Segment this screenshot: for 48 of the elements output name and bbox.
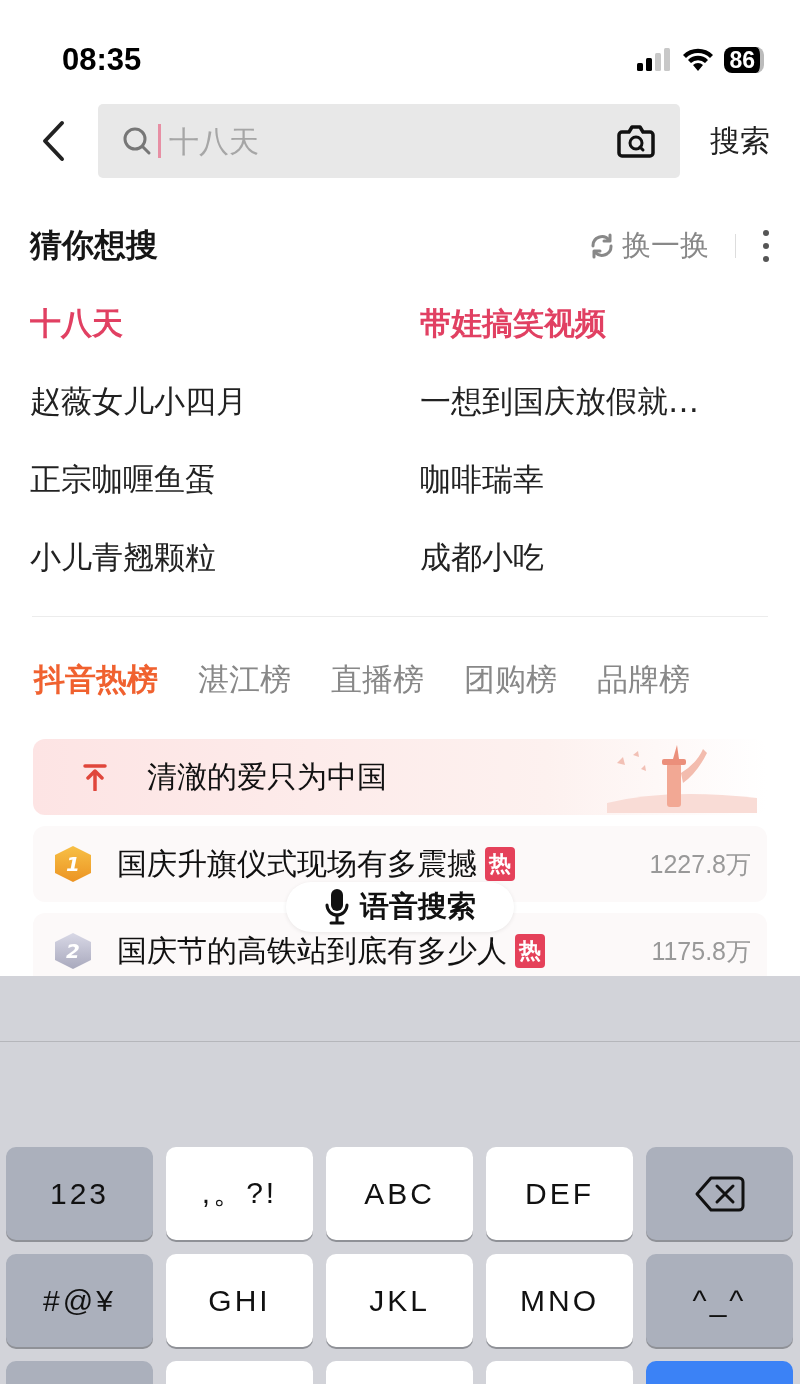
wifi-icon xyxy=(682,48,715,72)
delete-icon xyxy=(694,1175,745,1212)
hot-tag: 热 xyxy=(485,847,515,881)
suggestion-item[interactable]: 十八天 xyxy=(30,302,420,344)
tab[interactable]: 直播榜 xyxy=(331,659,424,701)
search-field[interactable]: 十八天 xyxy=(98,104,680,178)
suggestion-item[interactable]: 赵薇女儿小四月 xyxy=(30,380,420,422)
keyboard-key[interactable]: GHI xyxy=(166,1254,313,1347)
suggestion-item[interactable]: 成都小吃 xyxy=(420,536,770,578)
more-icon[interactable] xyxy=(762,229,770,263)
battery-indicator: 86 xyxy=(724,47,764,73)
tab[interactable]: 品牌榜 xyxy=(597,659,690,701)
keyboard-key[interactable]: JKL xyxy=(326,1254,473,1347)
keyboard-key[interactable]: MNO xyxy=(486,1254,633,1347)
keyboard-key[interactable]: 123 xyxy=(6,1147,153,1240)
suggestion-item[interactable]: 咖啡瑞幸 xyxy=(420,458,770,500)
rank-badge: 1 xyxy=(55,846,91,882)
view-count: 1175.8万 xyxy=(651,935,751,967)
suggestion-item[interactable]: 带娃搞笑视频 xyxy=(420,302,770,344)
search-button[interactable]: 搜索 xyxy=(710,120,770,162)
rank-badge: 2 xyxy=(55,933,91,969)
suggestion-item[interactable]: 一想到国庆放假就… xyxy=(420,380,770,422)
voice-search-toast[interactable]: 语音搜索 xyxy=(286,882,514,932)
hot-title: 国庆升旗仪式现场有多震撼 xyxy=(117,844,477,883)
status-time: 08:35 xyxy=(62,42,142,78)
search-input[interactable]: 十八天 xyxy=(167,122,610,160)
hot-title: 清澈的爱只为中国 xyxy=(147,757,387,796)
suggestion-item[interactable]: 小儿青翘颗粒 xyxy=(30,536,420,578)
hot-title: 国庆节的高铁站到底有多少人 xyxy=(117,931,507,970)
keyboard-key[interactable]: DEF xyxy=(486,1147,633,1240)
keyboard-key[interactable]: #@¥ xyxy=(6,1254,153,1347)
hot-tag: 热 xyxy=(515,934,545,968)
view-count: 1227.8万 xyxy=(649,848,751,880)
keyboard-key[interactable]: ,。?! xyxy=(166,1147,313,1240)
signal-icon xyxy=(636,48,673,72)
refresh-button[interactable]: 换一换 xyxy=(588,226,709,266)
back-icon[interactable] xyxy=(40,120,66,162)
tab[interactable]: 湛江榜 xyxy=(198,659,291,701)
keyboard-key[interactable]: ABC xyxy=(326,1147,473,1240)
microphone-icon xyxy=(324,888,350,926)
keyboard-key[interactable] xyxy=(646,1147,793,1240)
suggestion-item[interactable]: 正宗咖喱鱼蛋 xyxy=(30,458,420,500)
section-title: 猜你想搜 xyxy=(30,225,158,266)
keyboard-key[interactable]: ^_^ xyxy=(646,1254,793,1347)
tab[interactable]: 团购榜 xyxy=(464,659,557,701)
search-icon xyxy=(122,126,152,156)
camera-icon[interactable] xyxy=(616,123,656,159)
pin-top-icon xyxy=(83,763,107,791)
